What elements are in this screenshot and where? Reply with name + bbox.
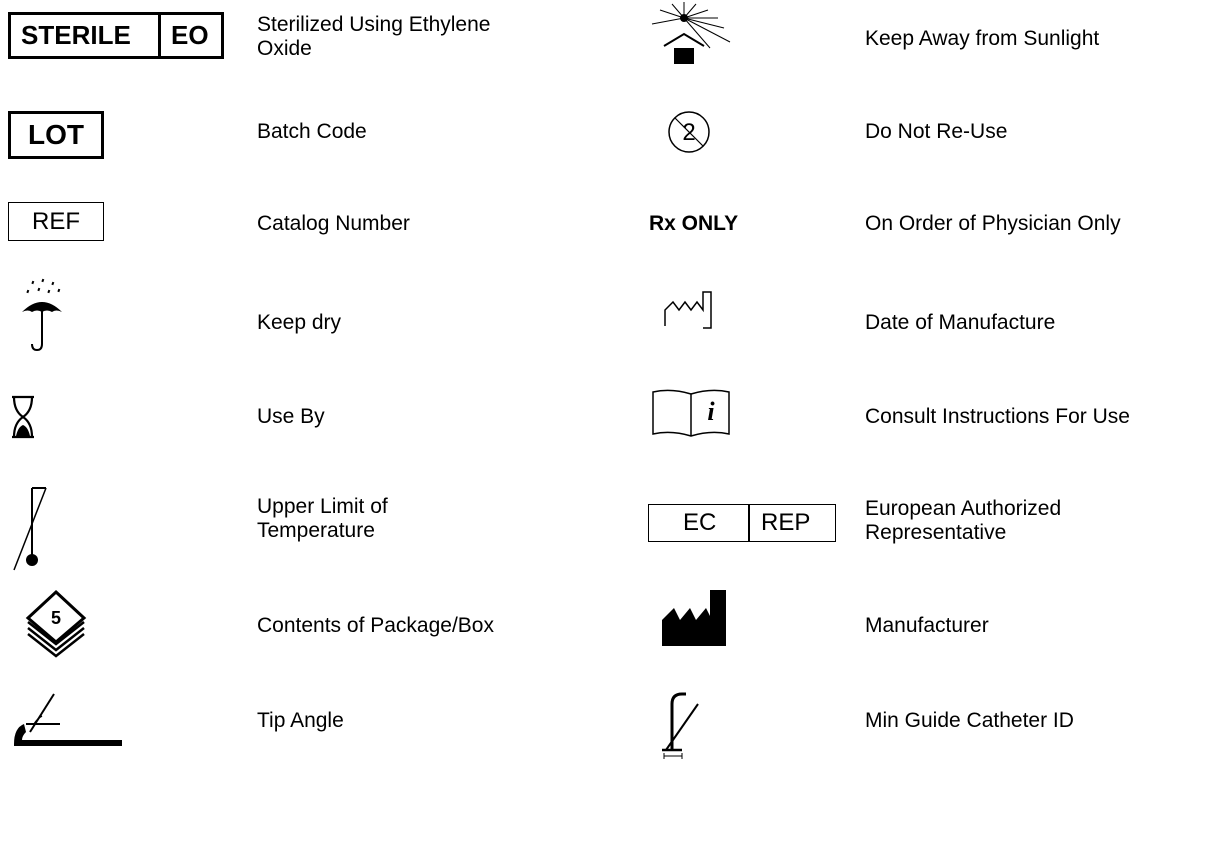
label-keep-away-sunlight: Keep Away from Sunlight <box>865 27 1100 50</box>
label-physician-only: On Order of Physician Only <box>865 212 1121 235</box>
sun-icon <box>651 2 731 64</box>
eo-text: EO <box>171 20 209 50</box>
thermometer-icon <box>13 487 47 571</box>
ref-text: REF <box>32 207 80 235</box>
package-count: 5 <box>51 608 61 628</box>
hourglass-icon <box>12 395 34 439</box>
label-contents-of-package: Contents of Package/Box <box>257 614 494 637</box>
date-of-manufacture-icon <box>664 291 712 329</box>
symbol-divider <box>158 15 161 56</box>
label-tip-angle: Tip Angle <box>257 709 344 732</box>
info-letter: i <box>707 397 715 426</box>
ref-symbol: REF <box>8 202 104 241</box>
svg-text:2: 2 <box>682 119 695 146</box>
lot-text: LOT <box>28 119 84 150</box>
umbrella-icon <box>22 278 62 352</box>
label-do-not-reuse: Do Not Re-Use <box>865 120 1008 143</box>
manufacturer-icon <box>662 590 726 646</box>
package-contents-icon: 5 <box>25 589 87 658</box>
sterile-text: STERILE <box>21 20 131 50</box>
ec-text: EC <box>683 509 717 536</box>
label-use-by: Use By <box>257 405 325 428</box>
label-date-of-manufacture: Date of Manufacture <box>865 311 1056 334</box>
label-sterilized: Sterilized Using Ethylene Oxide <box>257 13 491 60</box>
label-keep-dry: Keep dry <box>257 311 342 334</box>
label-consult-instructions: Consult Instructions For Use <box>865 405 1130 428</box>
lot-symbol: LOT <box>8 111 104 159</box>
sterile-eo-symbol: STERILE EO <box>8 12 224 59</box>
label-upper-limit-temperature: Upper Limit of Temperature <box>257 495 388 542</box>
do-not-reuse-icon: 2 <box>668 111 710 153</box>
symbol-divider <box>748 505 750 541</box>
ec-rep-symbol: EC REP <box>648 504 836 542</box>
instructions-icon: i <box>652 389 730 437</box>
label-catalog-number: Catalog Number <box>257 212 410 235</box>
label-manufacturer: Manufacturer <box>865 614 989 637</box>
rep-text: REP <box>761 509 811 536</box>
rx-only-symbol: Rx ONLY <box>649 212 739 235</box>
label-min-guide-catheter: Min Guide Catheter ID <box>865 709 1074 732</box>
tip-angle-icon <box>14 693 122 746</box>
label-european-representative: European Authorized Representative <box>865 497 1062 544</box>
label-batch-code: Batch Code <box>257 120 367 143</box>
guide-catheter-icon <box>662 692 699 759</box>
